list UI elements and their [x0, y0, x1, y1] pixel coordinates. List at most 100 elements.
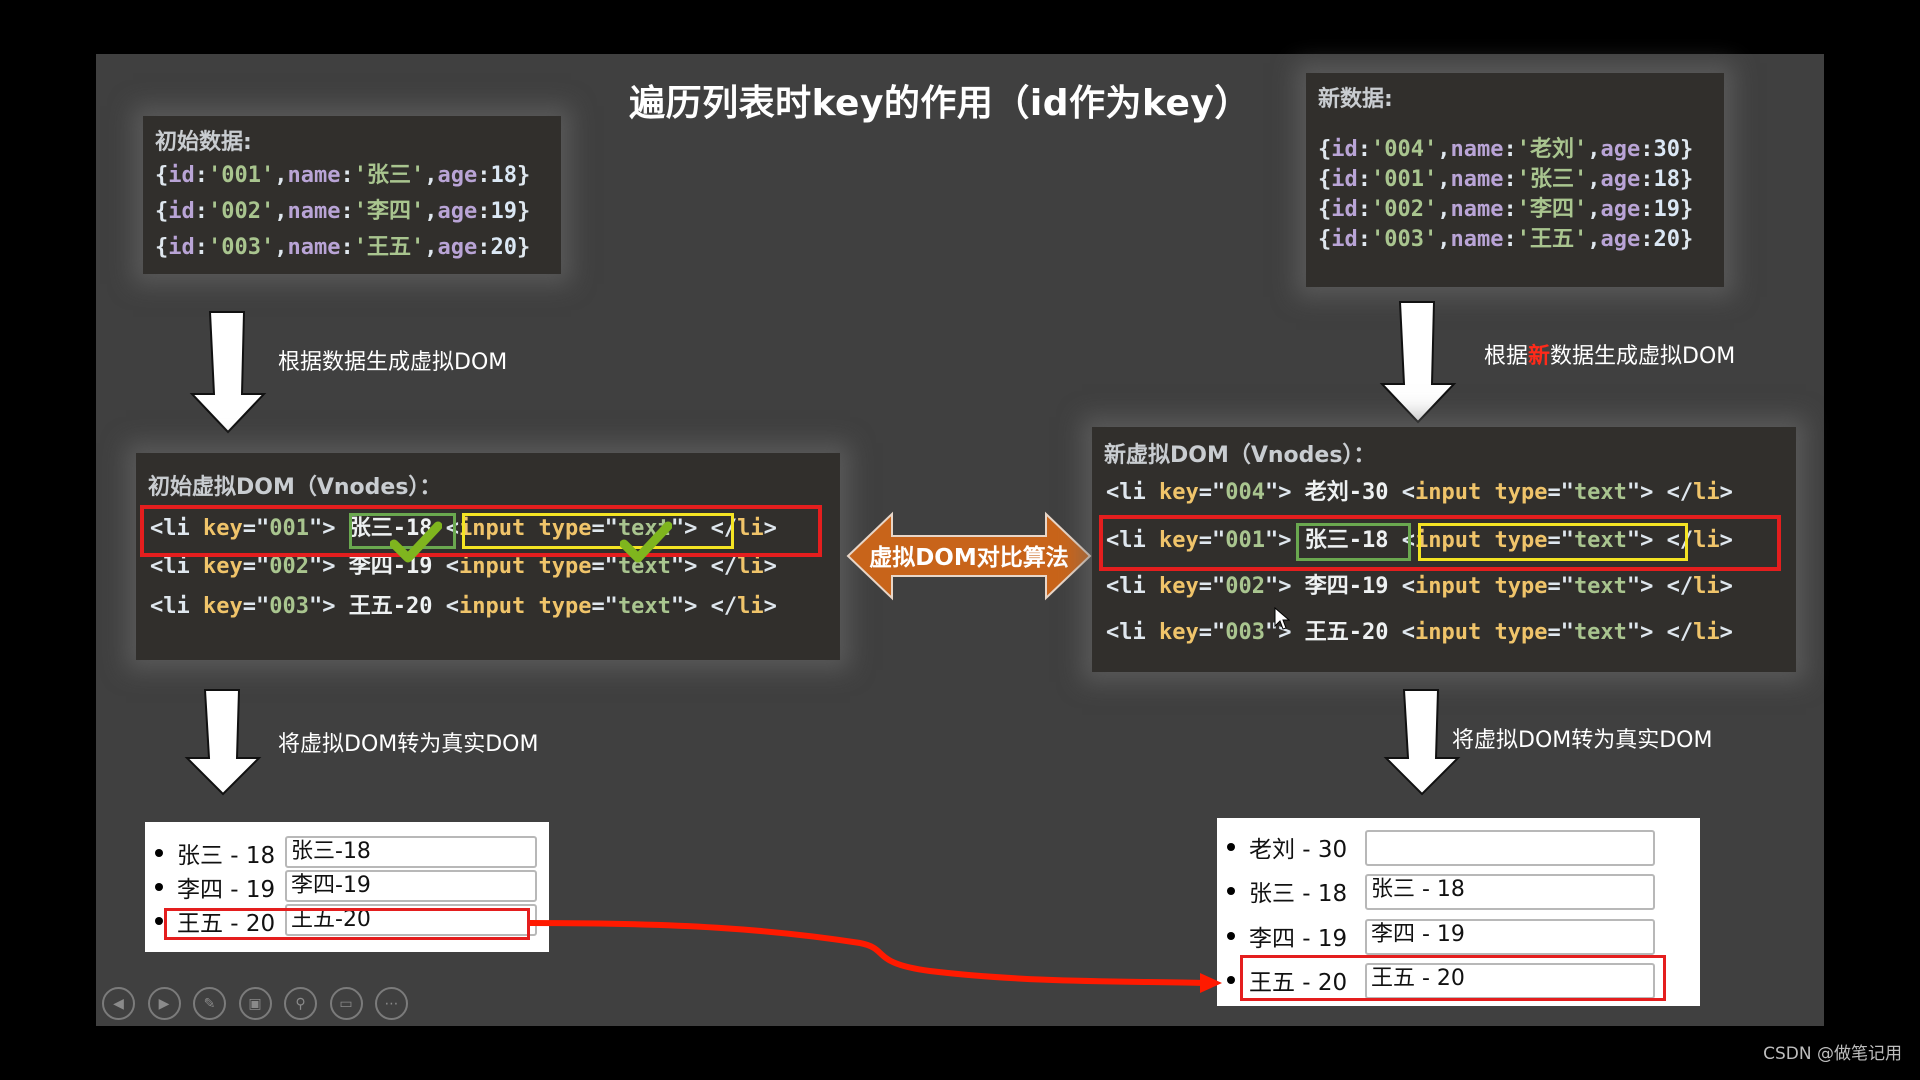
field-key: id — [1331, 137, 1358, 162]
caption-part: 根据 — [1484, 344, 1529, 369]
field-value: 19 — [490, 199, 517, 224]
next-slide-button[interactable]: ▶ — [147, 987, 181, 1020]
text-input[interactable]: 张三 - 18 — [1365, 874, 1655, 910]
new-data-heading: 新数据: — [1318, 87, 1393, 112]
arrow-down-icon — [1379, 301, 1457, 424]
vnode-key: 003 — [1225, 620, 1265, 645]
field-value: '李四' — [353, 199, 425, 224]
list-item: 李四 - 19 李四-19 — [145, 870, 537, 904]
brace: { — [155, 163, 169, 188]
data-object-line: {id:'002',name:'李四',age:19} — [1318, 197, 1694, 222]
field-key: name — [1450, 137, 1504, 162]
field-value: '002' — [1371, 197, 1438, 222]
field-value: '张三' — [1516, 167, 1588, 192]
field-value: 20 — [1653, 227, 1680, 252]
field-key: age — [437, 235, 478, 260]
list-item: 李四 - 19 李四 - 19 — [1217, 919, 1655, 955]
field-key: age — [1600, 227, 1641, 252]
field-key: name — [1450, 167, 1504, 192]
field-value: 18 — [1653, 167, 1680, 192]
field-key: name — [1450, 227, 1504, 252]
field-value: 18 — [490, 163, 517, 188]
bullet-icon — [155, 917, 163, 925]
vnode-row: <li key="003"> 王五-20 <input type="text">… — [150, 594, 777, 619]
vnode-key: 004 — [1225, 480, 1265, 505]
highlight-wangwu-new — [1240, 955, 1666, 1001]
list-item-label: 张三 - 18 — [1249, 881, 1348, 907]
new-data-panel: 新数据: {id:'004',name:'老刘',age:30} {id:'001… — [1306, 73, 1724, 287]
field-key: name — [1450, 197, 1504, 222]
subtitles-button[interactable]: ▭ — [329, 987, 363, 1020]
field-key: name — [287, 163, 341, 188]
field-key: age — [1600, 197, 1641, 222]
data-object-line: {id:'001',name:'张三',age:18} — [155, 163, 531, 188]
field-value: '老刘' — [1516, 137, 1588, 162]
move-arrow — [530, 920, 1222, 993]
zoom-button[interactable]: ⚲ — [284, 987, 317, 1020]
data-object-line: {id:'001',name:'张三',age:18} — [1318, 167, 1694, 192]
brace: { — [1318, 197, 1332, 222]
field-value: '004' — [1371, 137, 1438, 162]
subtitles-icon: ▭ — [339, 995, 353, 1012]
diff-algorithm-label: 虚拟DOM对比算法 — [869, 545, 1069, 571]
text-input[interactable] — [1365, 830, 1655, 866]
bullet-icon — [1227, 843, 1235, 851]
caption-generate-new-vdom: 根据新数据生成虚拟DOM — [1484, 338, 1735, 370]
field-value: '王五' — [353, 235, 425, 260]
list-item: 老刘 - 30 — [1217, 830, 1655, 866]
previous-slide-button[interactable]: ◀ — [102, 987, 135, 1020]
field-value: '002' — [208, 199, 275, 224]
list-item: 张三 - 18 张三-18 — [145, 836, 537, 870]
see-all-slides-button[interactable]: ▣ — [238, 987, 272, 1020]
highlight-wangwu-initial — [164, 908, 530, 940]
field-value: '003' — [1371, 227, 1438, 252]
vnode-text: 王五-20 — [348, 594, 433, 619]
brace: { — [1318, 137, 1332, 162]
brace: { — [1318, 227, 1332, 252]
field-key: id — [168, 235, 195, 260]
field-key: age — [1600, 167, 1641, 192]
new-data-list: {id:'004',name:'老刘',age:30} {id:'001',nam… — [1318, 135, 1693, 255]
caption-to-real-dom: 将虚拟DOM转为真实DOM — [1452, 728, 1713, 753]
field-value: 20 — [490, 235, 517, 260]
field-key: id — [1331, 227, 1358, 252]
field-value: '001' — [208, 163, 275, 188]
vnode-row: <li key="004"> 老刘-30 <input type="text">… — [1106, 480, 1733, 505]
highlight-text-node — [1296, 523, 1411, 561]
vnode-row: <li key="003"> 王五-20 <input type="text">… — [1106, 620, 1733, 645]
brace: { — [155, 235, 169, 260]
watermark: CSDN @做笔记用 — [1763, 1044, 1902, 1064]
field-key: id — [1331, 197, 1358, 222]
arrow-down-icon — [1383, 689, 1461, 796]
zoom-icon: ⚲ — [295, 995, 306, 1012]
text-input[interactable]: 李四 - 19 — [1365, 919, 1655, 955]
pen-icon: ✎ — [203, 995, 216, 1012]
field-key: age — [1600, 137, 1641, 162]
caption-to-real-dom: 将虚拟DOM转为真实DOM — [278, 732, 539, 757]
field-key: id — [168, 163, 195, 188]
new-vdom-heading: 新虚拟DOM（Vnodes）： — [1104, 443, 1376, 468]
previous-slide-icon: ◀ — [113, 995, 124, 1012]
vnode-key: 003 — [269, 594, 309, 619]
check-icon — [620, 521, 672, 563]
caption-part: 数据生成虚拟DOM — [1550, 344, 1736, 369]
see-all-slides-icon: ▣ — [248, 995, 262, 1012]
pen-button[interactable]: ✎ — [193, 987, 226, 1020]
slide-title: 遍历列表时key的作用（id作为key） — [629, 83, 1251, 124]
text-input[interactable]: 张三-18 — [285, 836, 537, 868]
field-key: name — [287, 235, 341, 260]
initial-data-heading: 初始数据: — [155, 130, 252, 155]
mouse-cursor-icon — [1274, 607, 1290, 630]
text-input[interactable]: 李四-19 — [285, 870, 537, 902]
arrow-down-icon — [189, 311, 267, 434]
bullet-icon — [155, 883, 163, 891]
caption-highlight-new: 新 — [1528, 344, 1551, 369]
data-object-line: {id:'003',name:'王五',age:20} — [155, 235, 531, 260]
field-value: '李四' — [1516, 197, 1588, 222]
list-item: 张三 - 18 张三 - 18 — [1217, 874, 1655, 910]
field-key: age — [437, 163, 478, 188]
data-object-line: {id:'003',name:'王五',age:20} — [1318, 227, 1694, 252]
vnode-text: 老刘-30 — [1304, 480, 1389, 505]
more-options-button[interactable]: ⋯ — [375, 987, 408, 1020]
field-value: 30 — [1653, 137, 1680, 162]
